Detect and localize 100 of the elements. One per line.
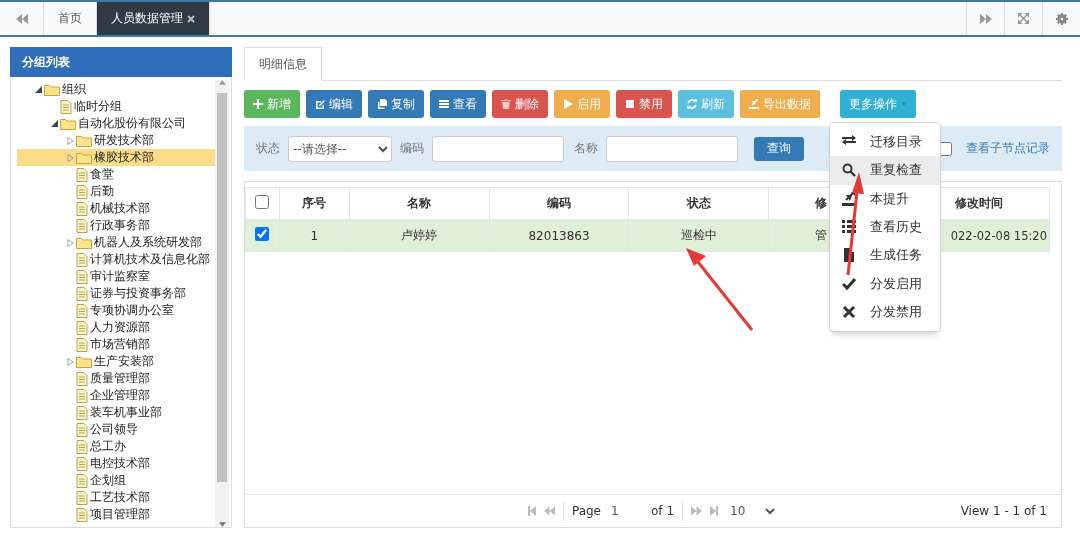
document-icon — [76, 456, 88, 471]
tree-item[interactable]: 工艺技术部 — [17, 489, 215, 506]
tree-item[interactable]: 企划组 — [17, 472, 215, 489]
tree-item[interactable]: 自动化股份有限公司 — [17, 115, 215, 132]
document-icon — [76, 303, 88, 318]
table-cell: 巡检中 — [628, 219, 769, 252]
next-page-icon[interactable] — [691, 506, 703, 516]
menu-item[interactable]: 迁移目录 — [830, 128, 940, 157]
tree-item[interactable]: 计算机技术及信息化部 — [17, 251, 215, 268]
document-icon — [76, 269, 88, 284]
toolbar-button[interactable]: 查看 — [430, 90, 486, 118]
document-icon — [76, 184, 88, 199]
document-icon — [76, 201, 88, 216]
name-input[interactable] — [606, 135, 738, 162]
tree-item[interactable]: 装车机事业部 — [17, 404, 215, 421]
close-icon — [842, 304, 856, 319]
content-tab[interactable]: 明细信息 — [244, 47, 322, 81]
tree-item[interactable]: 总工办 — [17, 438, 215, 455]
tree-item[interactable]: 审计监察室 — [17, 268, 215, 285]
toolbar-button[interactable]: 编辑 — [306, 90, 362, 118]
tree-item[interactable]: 企业管理部 — [17, 387, 215, 404]
menu-item[interactable]: 重复检查 — [830, 156, 940, 185]
document-icon — [842, 248, 856, 263]
document-icon — [76, 439, 88, 454]
export-icon — [749, 99, 759, 109]
document-icon — [76, 286, 88, 301]
column-header: 编码 — [489, 187, 629, 220]
document-icon — [76, 490, 88, 505]
last-page-icon[interactable] — [710, 506, 719, 516]
folder-icon — [76, 355, 92, 368]
pager-label: of 1 — [651, 504, 675, 518]
tree-item[interactable]: 公司领导 — [17, 421, 215, 438]
query-button[interactable]: 查询 — [754, 136, 804, 161]
tree-item[interactable]: 市场营销部 — [17, 336, 215, 353]
tree-item[interactable]: 电控技术部 — [17, 455, 215, 472]
tree-item[interactable]: 组织 — [17, 81, 215, 98]
folder-icon — [76, 236, 92, 249]
field-label: 名称 — [574, 140, 598, 157]
tree-item[interactable]: 研发技术部 — [17, 132, 215, 149]
edit-icon — [315, 99, 325, 109]
stop-icon — [625, 99, 635, 109]
code-input[interactable] — [432, 135, 564, 162]
child-records-link[interactable]: 查看子节点记录 — [966, 140, 1050, 157]
document-icon — [76, 320, 88, 335]
panel-title: 分组列表 — [10, 47, 232, 77]
check-icon — [842, 276, 856, 291]
document-icon — [76, 405, 88, 420]
folder-icon — [76, 134, 92, 147]
tree-item[interactable]: 后勤 — [17, 183, 215, 200]
toolbar-button[interactable]: 复制 — [368, 90, 424, 118]
column-header: 序号 — [279, 187, 350, 220]
first-page-icon[interactable] — [527, 506, 536, 516]
document-icon — [76, 371, 88, 386]
tree-item[interactable]: 证券与投资事务部 — [17, 285, 215, 302]
tree-item[interactable]: 行政事务部 — [17, 217, 215, 234]
toolbar-button[interactable]: 删除 — [492, 90, 548, 118]
tree-item[interactable]: 机械技术部 — [17, 200, 215, 217]
toolbar-button[interactable]: 禁用 — [616, 90, 672, 118]
tree-item[interactable]: 专项协调办公室 — [17, 302, 215, 319]
scroll-down-icon — [218, 522, 226, 527]
table-cell: 82013863 — [489, 219, 629, 252]
tree-item[interactable]: 临时分组 — [17, 98, 215, 115]
tree-item[interactable]: 质量管理部 — [17, 370, 215, 387]
checkbox[interactable] — [255, 195, 270, 209]
list-icon — [439, 99, 449, 109]
status-select[interactable]: --请选择-- — [288, 135, 392, 162]
refresh-icon — [687, 99, 697, 109]
tree-item[interactable]: 生产安装部 — [17, 353, 215, 370]
tree-item[interactable]: 项目管理部 — [17, 506, 215, 523]
tree-item[interactable]: 食堂 — [17, 166, 215, 183]
folder-icon — [60, 117, 76, 130]
page-tab[interactable]: 人员数据管理 — [97, 2, 210, 35]
caret-icon — [901, 102, 907, 106]
close-icon[interactable] — [187, 14, 195, 23]
tree-item[interactable]: 橡胶技术部 — [17, 149, 215, 166]
expanded-icon[interactable] — [51, 120, 58, 127]
document-icon — [76, 422, 88, 437]
menu-item[interactable]: 分发禁用 — [830, 297, 940, 327]
column-header: 名称 — [349, 187, 490, 220]
menu-item[interactable]: 分发启用 — [830, 269, 940, 298]
collapsed-icon[interactable] — [67, 357, 74, 366]
collapsed-icon[interactable] — [67, 238, 74, 247]
document-icon — [76, 388, 88, 403]
scrollbar[interactable] — [215, 80, 229, 527]
checkbox[interactable] — [255, 227, 270, 241]
copy-icon — [377, 99, 387, 109]
document-icon — [76, 473, 88, 488]
document-icon — [60, 99, 72, 114]
document-icon — [76, 218, 88, 233]
folder-icon — [44, 83, 60, 96]
document-icon — [76, 507, 88, 522]
expanded-icon[interactable] — [35, 86, 42, 93]
column-header: 状态 — [628, 187, 769, 220]
table-cell: 卢婷婷 — [349, 219, 490, 252]
plus-icon — [253, 99, 263, 109]
previous-page-icon[interactable] — [543, 506, 555, 516]
table-cell: 1 — [279, 219, 350, 252]
tree-item[interactable]: 人力资源部 — [17, 319, 215, 336]
tree-item[interactable]: 机器人及系统研发部 — [17, 234, 215, 251]
document-icon — [76, 337, 88, 352]
